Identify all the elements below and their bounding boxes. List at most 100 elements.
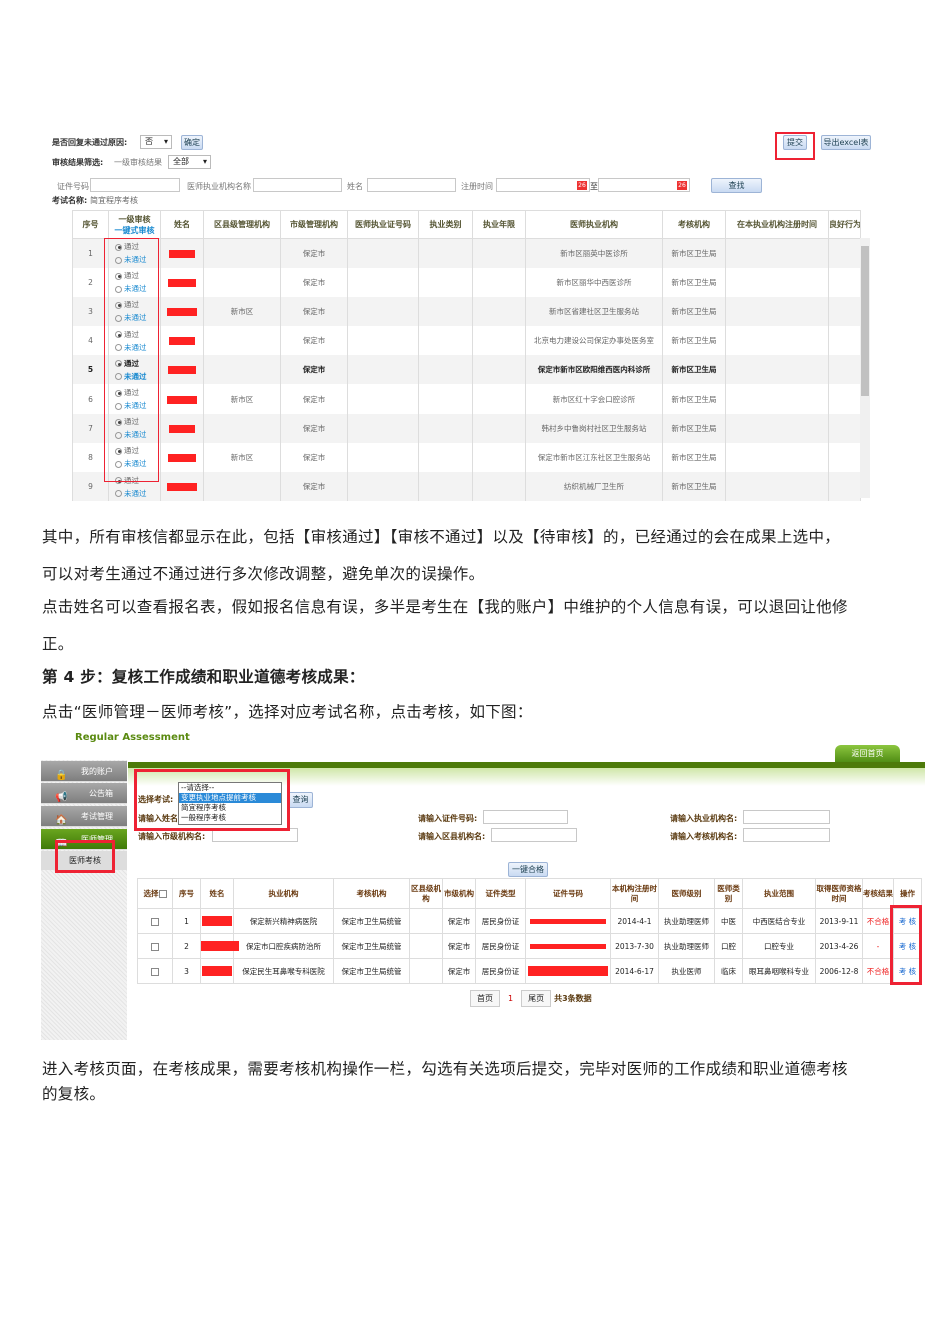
- first-page-button[interactable]: 首页: [470, 990, 500, 1007]
- county-cell: 新市区: [203, 296, 281, 327]
- name-cell[interactable]: [160, 267, 204, 297]
- row-checkbox[interactable]: [151, 942, 159, 951]
- years-cell: [472, 442, 526, 472]
- table-row: 1 通过 未通过 保定市 新市区丽英中医诊所 新市区卫生局: [72, 238, 861, 268]
- sidebar-item-exam-manage[interactable]: 🏠 考试管理: [41, 806, 127, 827]
- highlight-box: [134, 769, 290, 831]
- reg-time-cell: [725, 413, 829, 443]
- city-cell: 保定市: [280, 355, 348, 385]
- col-org: 医师执业机构: [525, 210, 663, 239]
- col-first-review: 一级审核 一键式审核: [108, 210, 161, 239]
- confirm-button[interactable]: 确定: [181, 135, 203, 150]
- select-label: 选择: [143, 888, 159, 898]
- last-page-button[interactable]: 尾页: [521, 990, 552, 1007]
- radio-icon: [115, 490, 122, 498]
- query-button[interactable]: 查询: [288, 792, 313, 808]
- paragraph: 进入考核页面，在考核成果，需要考核机构操作一栏，勾选有关选项后提交，完毕对医师的…: [42, 1060, 848, 1078]
- name-input[interactable]: [367, 178, 456, 192]
- row-checkbox[interactable]: [151, 917, 159, 926]
- reg-time-label: 注册时间: [461, 182, 493, 191]
- type-cell: [418, 472, 473, 502]
- redacted-name: [167, 483, 197, 492]
- one-click-pass-button[interactable]: 一键合格: [508, 862, 548, 877]
- name-cell[interactable]: [160, 413, 204, 443]
- submit-button[interactable]: 提交: [783, 135, 807, 150]
- table-row: 3 保定民生耳鼻喉专科医院 保定市卫生局统管 保定市 居民身份证 2014-6-17 执业医…: [137, 958, 922, 984]
- sidebar-item-my-account[interactable]: 🔒 我的账户: [41, 761, 127, 782]
- filter-select[interactable]: 全部: [168, 155, 211, 169]
- highlight-box: [890, 905, 922, 985]
- name-cell[interactable]: [200, 908, 234, 934]
- conduct-cell: [828, 296, 861, 327]
- select-cell: [137, 933, 173, 959]
- search-button[interactable]: 查找: [711, 178, 762, 193]
- scrollbar-thumb[interactable]: [861, 246, 869, 396]
- level-cell: 执业医师: [658, 958, 715, 984]
- name-cell[interactable]: [200, 958, 234, 984]
- select-all-checkbox[interactable]: [158, 889, 167, 898]
- table-row: 2 保定市口腔疾病防治所 保定市卫生局统管 保定市 居民身份证 2013-7-30 执业助理…: [137, 933, 922, 959]
- col-header: 证件类型: [475, 878, 526, 909]
- cert-input[interactable]: [90, 178, 180, 192]
- county-cell: 新市区: [203, 442, 281, 472]
- conduct-cell: [828, 326, 861, 356]
- cert-no-cell: [525, 908, 611, 934]
- calendar-icon[interactable]: 26: [677, 181, 687, 190]
- years-cell: [472, 413, 526, 443]
- reg-time-cell: 2014-4-1: [610, 908, 659, 934]
- redacted-name: [169, 249, 195, 258]
- name-cell[interactable]: [160, 238, 204, 268]
- conduct-cell: [828, 384, 861, 414]
- county-org-input[interactable]: [491, 828, 577, 842]
- org-input[interactable]: [253, 178, 342, 192]
- city-cell: 保定市: [442, 933, 476, 959]
- org-cell: 新市区红十字会口腔诊所: [525, 384, 663, 414]
- cert-input[interactable]: [483, 810, 568, 824]
- calendar-icon[interactable]: 26: [577, 181, 587, 190]
- years-cell: [472, 296, 526, 327]
- county-cell: [203, 238, 281, 268]
- assess-org-input[interactable]: [743, 828, 830, 842]
- name-cell[interactable]: [160, 355, 204, 385]
- select-cell: [137, 908, 173, 934]
- city-cell: 保定市: [280, 384, 348, 414]
- type-cell: [418, 442, 473, 472]
- sidebar-item-notice[interactable]: 📢 公告箱: [41, 783, 127, 804]
- name-cell[interactable]: [200, 933, 239, 959]
- name-cell[interactable]: [160, 472, 204, 502]
- highlight-box: [104, 238, 159, 482]
- one-click-review-link[interactable]: 一键式审核: [115, 226, 155, 235]
- house-icon: 🏠: [55, 815, 68, 826]
- redacted-name: [168, 453, 196, 462]
- col-header: 执业机构: [233, 878, 334, 909]
- org-cell: 新市区丽英中医诊所: [525, 238, 663, 268]
- review-table: 序号 一级审核 一键式审核 姓名 区县级管理机构 市级管理机构 医师执业证号码 执…: [72, 210, 861, 502]
- org-cell: 保定市口腔疾病防治所: [233, 933, 334, 959]
- current-page[interactable]: 1: [508, 994, 513, 1003]
- col-city: 市级管理机构: [280, 210, 348, 239]
- redacted-name: [201, 941, 239, 951]
- name-cell[interactable]: [160, 296, 204, 327]
- scrollbar[interactable]: [860, 238, 870, 498]
- reg-time-end-input[interactable]: 26: [598, 178, 690, 192]
- name-cell[interactable]: [160, 384, 204, 414]
- reply-reason-select[interactable]: 否: [140, 135, 172, 149]
- type-cell: [418, 355, 473, 385]
- county-cell: [203, 472, 281, 502]
- home-tab[interactable]: 返回首页: [835, 745, 900, 763]
- name-cell[interactable]: [160, 326, 204, 356]
- cert-no-cell: [525, 958, 611, 984]
- type-cell: [418, 384, 473, 414]
- years-cell: [472, 267, 526, 297]
- assess-cell: 新市区卫生局: [662, 472, 726, 502]
- row-checkbox[interactable]: [151, 967, 159, 976]
- name-cell[interactable]: [160, 442, 204, 472]
- paragraph: 正。: [42, 635, 74, 653]
- export-excel-button[interactable]: 导出excel表: [821, 135, 871, 150]
- years-cell: [472, 238, 526, 268]
- fail-radio[interactable]: 未通过: [109, 487, 160, 500]
- col-conduct: 良好行为: [828, 210, 861, 239]
- practice-org-input[interactable]: [743, 810, 830, 824]
- reg-time-start-input[interactable]: 26: [496, 178, 590, 192]
- to-label: 至: [590, 182, 598, 191]
